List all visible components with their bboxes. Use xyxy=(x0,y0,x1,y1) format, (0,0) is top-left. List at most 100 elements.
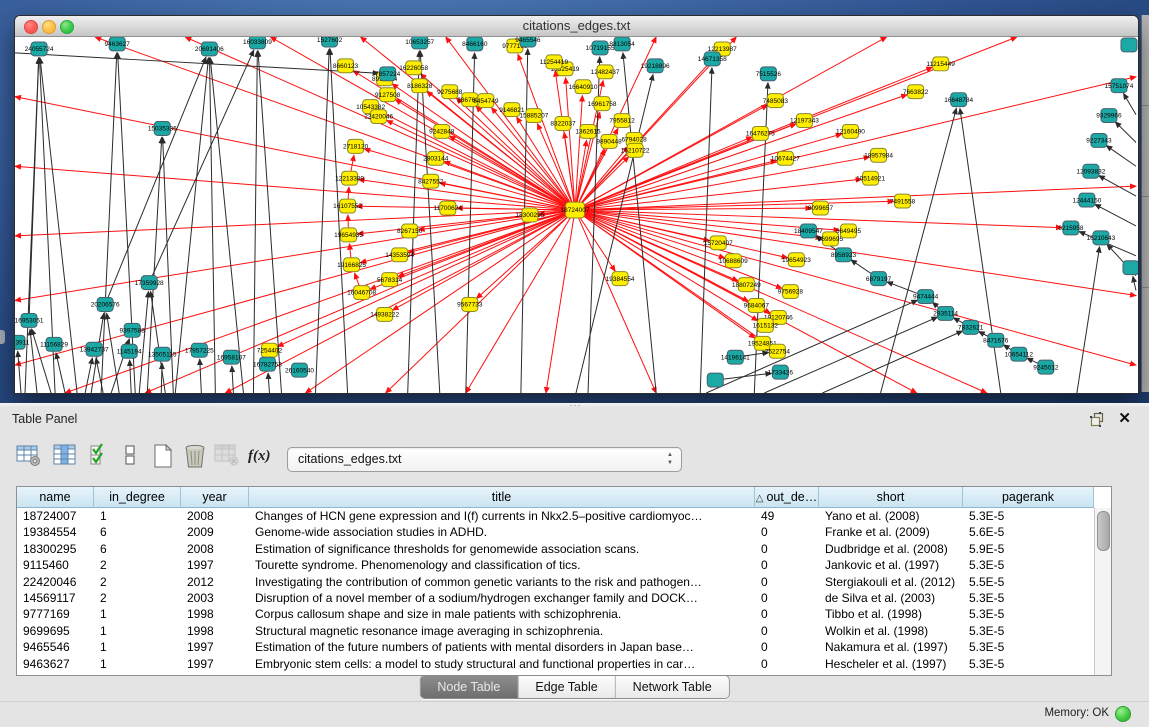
table-cell[interactable]: 1998 xyxy=(181,623,249,639)
graph-edge[interactable] xyxy=(101,53,117,393)
table-cell[interactable]: 49 xyxy=(755,508,819,524)
select-all-rows-icon[interactable] xyxy=(88,443,114,469)
table-cell[interactable]: 5.3E-5 xyxy=(963,656,1094,672)
table-cell[interactable]: Structural magnetic resonance image aver… xyxy=(249,623,755,639)
table-cell[interactable]: Estimation of the future numbers of pati… xyxy=(249,639,755,655)
column-header-in_degree[interactable]: in_degree xyxy=(94,487,181,508)
table-cell[interactable]: Tibbo et al. (1998) xyxy=(819,606,963,622)
graph-edge[interactable] xyxy=(85,358,92,393)
graph-edge[interactable] xyxy=(139,292,148,393)
graph-node[interactable] xyxy=(1121,38,1137,52)
table-row[interactable]: 977716911998Corpus callosum shape and si… xyxy=(17,606,1095,622)
table-cell[interactable]: 2012 xyxy=(181,574,249,590)
show-columns-icon[interactable] xyxy=(52,443,78,469)
table-cell[interactable]: 1 xyxy=(94,656,181,672)
table-cell[interactable]: Embryonic stem cells: a model to study s… xyxy=(249,656,755,672)
table-cell[interactable]: 2008 xyxy=(181,508,249,524)
table-cell[interactable]: 18300295 xyxy=(17,541,94,557)
graph-edge[interactable] xyxy=(18,351,21,393)
table-cell[interactable]: 5.6E-5 xyxy=(963,524,1094,540)
table-row[interactable]: 1456911722003Disruption of a novel membe… xyxy=(17,590,1095,606)
graph-edge[interactable] xyxy=(316,49,330,393)
table-cell[interactable]: 9463627 xyxy=(17,656,94,672)
graph-edge[interactable] xyxy=(623,53,656,393)
table-cell[interactable]: Investigating the contribution of common… xyxy=(249,574,755,590)
graph-edge[interactable] xyxy=(200,359,202,393)
graph-edge[interactable] xyxy=(151,291,166,393)
graph-edge[interactable] xyxy=(1106,146,1136,167)
table-cell[interactable]: 1997 xyxy=(181,557,249,573)
network-canvas[interactable]: 1872400786601238912954162260589127508105… xyxy=(15,37,1138,393)
graph-edge[interactable] xyxy=(268,373,269,393)
table-cell[interactable]: 2 xyxy=(94,590,181,606)
table-cell[interactable]: 5.3E-5 xyxy=(963,606,1094,622)
table-cell[interactable]: Dudbridge et al. (2008) xyxy=(819,541,963,557)
table-cell[interactable]: 1997 xyxy=(181,639,249,655)
table-cell[interactable]: 5.5E-5 xyxy=(963,574,1094,590)
table-cell[interactable]: 1 xyxy=(94,606,181,622)
column-header-title[interactable]: title xyxy=(249,487,755,508)
graph-node[interactable] xyxy=(707,373,723,387)
table-cell[interactable]: 5.3E-5 xyxy=(963,590,1094,606)
graph-edge[interactable] xyxy=(15,53,379,73)
graph-edge[interactable] xyxy=(1077,247,1100,393)
table-cell[interactable]: 2009 xyxy=(181,524,249,540)
table-row[interactable]: 2242004622012Investigating the contribut… xyxy=(17,574,1095,590)
graph-edge[interactable] xyxy=(175,58,208,393)
table-cell[interactable]: Jankovic et al. (1997) xyxy=(819,557,963,573)
graph-edge[interactable] xyxy=(575,210,917,393)
table-row[interactable]: 1938455462009Genome-wide association stu… xyxy=(17,524,1095,540)
graph-edge[interactable] xyxy=(130,360,132,393)
table-cell[interactable]: 0 xyxy=(755,606,819,622)
column-header-name[interactable]: name xyxy=(17,487,94,508)
table-row[interactable]: 969969511998Structural magnetic resonanc… xyxy=(17,623,1095,639)
graph-edge[interactable] xyxy=(566,78,575,210)
float-panel-icon[interactable] xyxy=(1090,412,1105,427)
table-cell[interactable]: 2 xyxy=(94,557,181,573)
table-mode-icon[interactable] xyxy=(16,443,42,469)
table-row[interactable]: 1872400712008Changes of HCN gene express… xyxy=(17,508,1095,524)
column-header-year[interactable]: year xyxy=(181,487,249,508)
table-cell[interactable]: 2003 xyxy=(181,590,249,606)
delete-columns-icon[interactable] xyxy=(182,443,208,469)
graph-edge[interactable] xyxy=(1099,176,1136,197)
table-cell[interactable]: Yano et al. (2008) xyxy=(819,508,963,524)
table-cell[interactable]: 5.3E-5 xyxy=(963,639,1094,655)
table-cell[interactable]: Estimation of significance thresholds fo… xyxy=(249,541,755,557)
tab-network-table[interactable]: Network Table xyxy=(616,676,729,698)
table-cell[interactable]: 18724007 xyxy=(17,508,94,524)
graph-edge[interactable] xyxy=(56,353,65,393)
graph-node[interactable] xyxy=(1123,261,1138,275)
column-header-short[interactable]: short xyxy=(819,487,963,508)
graph-edge[interactable] xyxy=(364,149,575,210)
table-cell[interactable]: 0 xyxy=(755,656,819,672)
memory-status-icon[interactable] xyxy=(1115,706,1131,722)
create-column-icon[interactable] xyxy=(150,443,176,469)
table-cell[interactable]: 0 xyxy=(755,541,819,557)
row-height-icon[interactable] xyxy=(122,443,148,469)
vertical-scrollbar[interactable] xyxy=(1094,508,1111,675)
graph-edge[interactable] xyxy=(546,210,575,393)
tab-edge-table[interactable]: Edge Table xyxy=(518,676,615,698)
table-cell[interactable]: 0 xyxy=(755,557,819,573)
graph-edge[interactable] xyxy=(29,58,39,321)
table-cell[interactable]: 0 xyxy=(755,623,819,639)
table-cell[interactable]: Changes of HCN gene expression and I(f) … xyxy=(249,508,755,524)
table-cell[interactable]: 9115460 xyxy=(17,557,94,573)
graph-edge[interactable] xyxy=(15,97,575,210)
graph-edge[interactable] xyxy=(258,51,281,393)
graph-edge[interactable] xyxy=(15,210,575,236)
table-cell[interactable]: 9777169 xyxy=(17,606,94,622)
table-cell[interactable]: 1 xyxy=(94,508,181,524)
table-cell[interactable]: Franke et al. (2009) xyxy=(819,524,963,540)
graph-edge[interactable] xyxy=(379,111,575,210)
graph-edge[interactable] xyxy=(118,53,136,393)
table-cell[interactable]: Stergiakouli et al. (2012) xyxy=(819,574,963,590)
table-cell[interactable]: 6 xyxy=(94,524,181,540)
graph-edge[interactable] xyxy=(706,300,917,393)
graph-edge[interactable] xyxy=(764,317,937,393)
scrollbar-thumb[interactable] xyxy=(1097,511,1110,551)
graph-edge[interactable] xyxy=(960,109,1001,393)
collapsed-panel-strip[interactable] xyxy=(1141,15,1149,392)
table-cell[interactable]: 0 xyxy=(755,639,819,655)
